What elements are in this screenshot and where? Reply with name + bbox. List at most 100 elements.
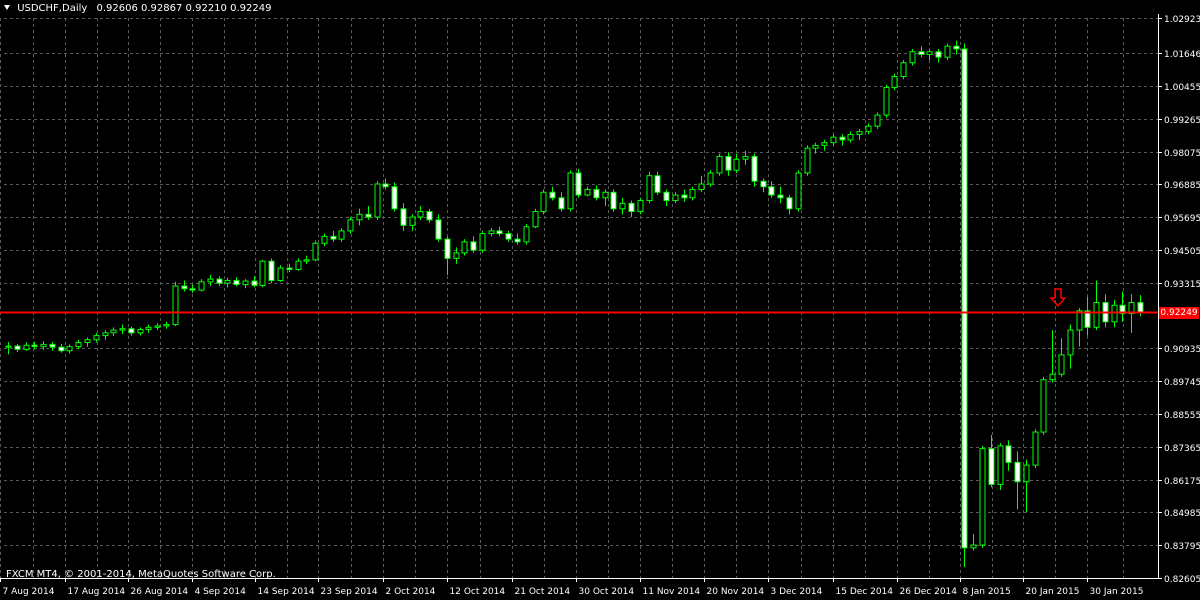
arrow-down-icon bbox=[1049, 288, 1067, 308]
candle bbox=[988, 434, 995, 488]
y-tick-label: 0.93315 bbox=[1164, 280, 1200, 290]
candle bbox=[400, 203, 407, 231]
candle bbox=[251, 276, 258, 288]
candle-body bbox=[944, 45, 951, 58]
candle-body bbox=[338, 230, 345, 240]
candle-body bbox=[549, 191, 556, 199]
candle bbox=[58, 343, 65, 353]
candle-body bbox=[365, 213, 372, 218]
y-tick-label: 1.00455 bbox=[1164, 83, 1200, 93]
candle bbox=[610, 189, 617, 212]
copyright-footer: FXCM MT4, © 2001-2014, MetaQuotes Softwa… bbox=[6, 569, 276, 580]
candle-body bbox=[251, 280, 258, 286]
candle-body bbox=[672, 194, 679, 202]
candle-body bbox=[198, 281, 205, 291]
axes: 1.02923 1.01646 1.00455 0.99265 0.98075 0.968… bbox=[0, 14, 1200, 597]
candle-body bbox=[716, 155, 723, 174]
candle-body bbox=[935, 51, 942, 58]
candle bbox=[426, 208, 433, 223]
candle-body bbox=[453, 252, 460, 259]
candle-body bbox=[663, 191, 670, 202]
candle bbox=[593, 185, 600, 201]
candle-body bbox=[532, 211, 539, 228]
candle-body bbox=[795, 172, 802, 210]
x-tick-label: 20 Nov 2014 bbox=[707, 587, 765, 597]
candle bbox=[23, 342, 30, 351]
candle bbox=[918, 46, 925, 58]
candle-body bbox=[961, 48, 968, 549]
candle-body bbox=[435, 219, 442, 240]
candle-body bbox=[593, 189, 600, 199]
candle bbox=[338, 228, 345, 242]
candle bbox=[725, 152, 732, 176]
candle bbox=[330, 230, 337, 242]
candle-body bbox=[514, 238, 521, 243]
candle bbox=[268, 258, 275, 284]
candle bbox=[768, 181, 775, 198]
y-tick-label: 0.94505 bbox=[1164, 247, 1200, 257]
candlestick-chart[interactable]: 1.02923 1.01646 1.00455 0.99265 0.98075 0.968… bbox=[0, 0, 1200, 600]
candle bbox=[435, 214, 442, 242]
candle bbox=[997, 443, 1004, 490]
chart-header: USDCHF,Daily 0.92606 0.92867 0.92210 0.9… bbox=[4, 3, 271, 14]
candle bbox=[470, 236, 477, 253]
candle bbox=[970, 534, 977, 551]
candle bbox=[1119, 291, 1126, 322]
candle bbox=[935, 48, 942, 63]
candle bbox=[575, 168, 582, 198]
x-tick-label: 4 Sep 2014 bbox=[195, 587, 247, 597]
candle bbox=[1102, 294, 1109, 328]
candle bbox=[259, 259, 266, 288]
candle-body bbox=[181, 285, 188, 290]
candle bbox=[374, 181, 381, 220]
candle bbox=[242, 279, 249, 289]
candle-body bbox=[760, 180, 767, 188]
candle bbox=[646, 171, 653, 204]
candle-body bbox=[470, 241, 477, 251]
candle bbox=[672, 192, 679, 204]
candle bbox=[14, 343, 21, 353]
candle bbox=[874, 112, 881, 129]
candle-body bbox=[856, 131, 863, 135]
candle bbox=[198, 279, 205, 292]
candle bbox=[637, 197, 644, 215]
candle-body bbox=[900, 62, 907, 78]
candle bbox=[1032, 429, 1039, 468]
x-tick-label: 12 Oct 2014 bbox=[450, 587, 506, 597]
candle bbox=[110, 327, 117, 337]
candle bbox=[93, 332, 100, 343]
candle bbox=[295, 258, 302, 271]
candle-body bbox=[391, 186, 398, 210]
x-tick-label: 7 Aug 2014 bbox=[3, 587, 55, 597]
candle-body bbox=[426, 211, 433, 221]
candle bbox=[663, 189, 670, 207]
candle-body bbox=[479, 233, 486, 251]
ohlc-values: 0.92606 0.92867 0.92210 0.92249 bbox=[96, 3, 272, 14]
candle-body bbox=[1076, 310, 1083, 331]
y-tick-label: 0.95695 bbox=[1164, 214, 1200, 224]
candle-body bbox=[312, 242, 319, 261]
candle-body bbox=[102, 332, 109, 337]
candle-body bbox=[23, 344, 30, 350]
x-tick-label: 11 Nov 2014 bbox=[643, 587, 701, 597]
candle bbox=[172, 281, 179, 326]
candle-body bbox=[698, 183, 705, 191]
candle-body bbox=[1058, 354, 1065, 375]
candle bbox=[224, 277, 231, 288]
x-tick-label: 8 Jan 2015 bbox=[963, 587, 1011, 597]
candle bbox=[707, 170, 714, 187]
candle bbox=[654, 171, 661, 196]
chevron-down-icon[interactable] bbox=[4, 5, 10, 10]
candle bbox=[804, 145, 811, 176]
candle bbox=[444, 236, 451, 275]
candle-body bbox=[953, 45, 960, 50]
candle bbox=[751, 153, 758, 187]
candle bbox=[628, 200, 635, 218]
x-tick-label: 3 Dec 2014 bbox=[771, 587, 823, 597]
candle-body bbox=[865, 125, 872, 133]
candle bbox=[347, 217, 354, 234]
candle bbox=[145, 324, 152, 333]
candle-body bbox=[909, 51, 916, 64]
candle-body bbox=[1023, 464, 1030, 483]
candle bbox=[1005, 440, 1012, 471]
